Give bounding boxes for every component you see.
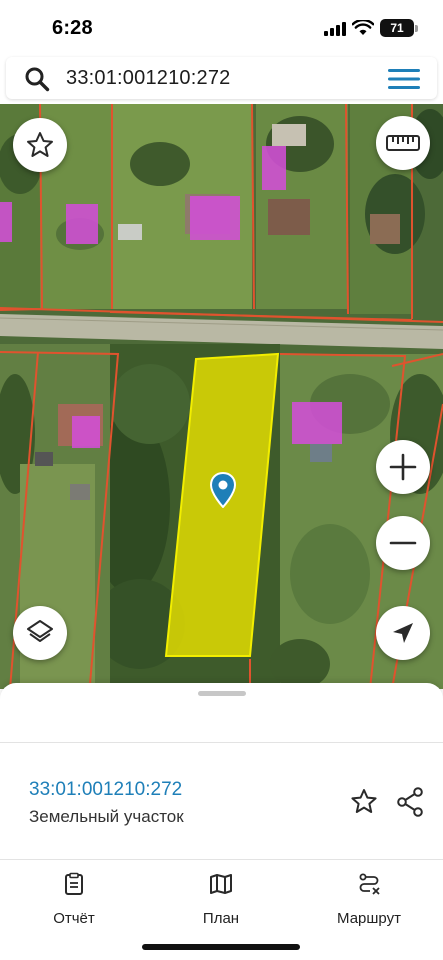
tab-plan[interactable]: План: [161, 870, 281, 930]
status-bar: 6:28 71: [0, 0, 443, 56]
map-plan-icon: [210, 874, 232, 894]
star-icon: [27, 132, 53, 157]
layers-button[interactable]: [13, 606, 67, 660]
battery-icon: 71: [380, 19, 414, 37]
location-pin-icon[interactable]: [210, 472, 236, 508]
tab-report[interactable]: Отчёт: [14, 870, 134, 930]
search-icon[interactable]: [24, 66, 50, 92]
battery-level: 71: [390, 21, 404, 35]
tab-route[interactable]: Маршрут: [309, 870, 429, 930]
plus-icon: [389, 453, 417, 481]
bottom-tab-bar: Отчёт План Маршрут: [0, 860, 443, 960]
battery-tip: [415, 25, 418, 32]
layers-icon: [27, 620, 53, 642]
report-icon: [65, 872, 83, 895]
zoom-in-button[interactable]: [376, 440, 430, 494]
favorite-map-button[interactable]: [13, 118, 67, 172]
parcel-id-link[interactable]: 33:01:001210:272: [29, 779, 182, 801]
drag-handle[interactable]: [198, 691, 246, 696]
satellite-map: [0, 104, 443, 689]
star-icon[interactable]: [350, 788, 378, 816]
menu-icon[interactable]: [388, 68, 420, 90]
wifi-icon: [352, 20, 374, 35]
share-icon[interactable]: [396, 787, 424, 817]
minus-icon: [389, 541, 417, 545]
cellular-signal-icon: [324, 22, 346, 36]
search-input[interactable]: 33:01:001210:272: [66, 67, 230, 90]
my-location-button[interactable]: [376, 606, 430, 660]
tab-plan-label: План: [202, 910, 240, 927]
ruler-icon: [386, 135, 420, 151]
zoom-out-button[interactable]: [376, 516, 430, 570]
home-indicator: [142, 944, 300, 950]
tab-route-label: Маршрут: [337, 910, 401, 927]
route-icon: [359, 873, 380, 895]
ruler-button[interactable]: [376, 116, 430, 170]
search-bar[interactable]: 33:01:001210:272: [6, 57, 437, 99]
navigation-arrow-icon: [393, 623, 413, 643]
parcel-type-label: Земельный участок: [29, 807, 184, 826]
status-time: 6:28: [52, 17, 93, 39]
tab-report-label: Отчёт: [53, 910, 95, 927]
map-view[interactable]: [0, 104, 443, 689]
divider: [0, 742, 443, 743]
